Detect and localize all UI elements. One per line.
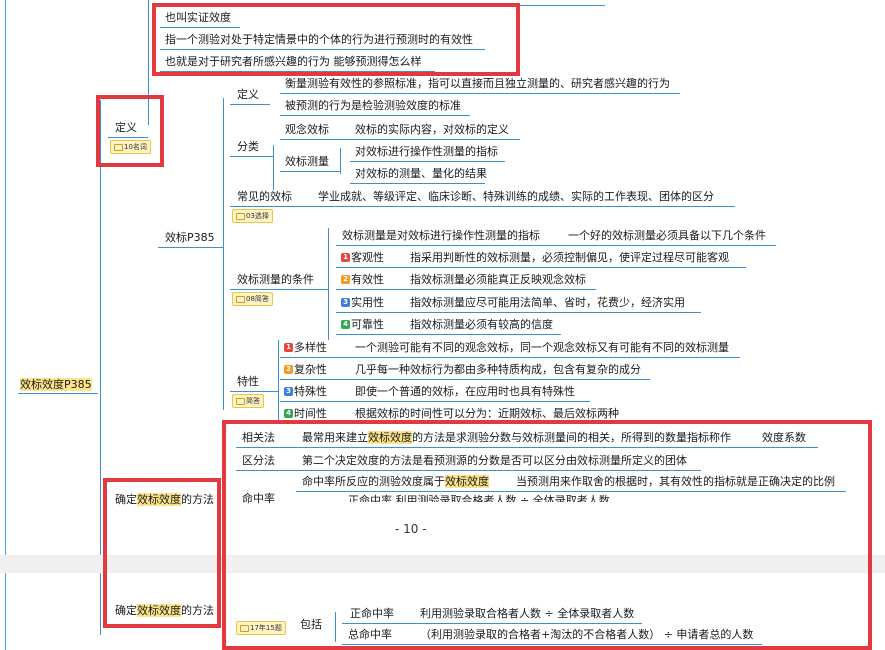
underline [350, 161, 505, 162]
measure-item-2[interactable]: 对效标的测量、量化的结果 [355, 167, 487, 181]
condition-text-1[interactable]: 指采用判断性的效标测量，必须控制偏见，使评定过程尽可能客观 [410, 251, 729, 265]
conditions-node[interactable]: 效标测量的条件 [237, 273, 314, 287]
conditions-head-2[interactable]: 一个好的效标测量必须具备以下几个条件 [568, 229, 766, 243]
features-badge: 简答 [232, 394, 264, 408]
underline [280, 401, 590, 402]
condition-label-4[interactable]: 可靠性 [351, 318, 384, 332]
underline [336, 289, 596, 290]
condition-label-3[interactable]: 实用性 [351, 296, 384, 310]
connector [278, 340, 279, 420]
feature-label-1[interactable]: 多样性 [294, 341, 327, 355]
common-criteria-text[interactable]: 学业成就、等级评定、临床诊断、特殊训练的成绩、实际的工作表现、团体的区分 [318, 190, 714, 204]
underline [230, 289, 328, 290]
underline [230, 206, 735, 207]
connector [223, 98, 224, 410]
feature-text-1[interactable]: 一个测验可能有不同的观念效标，同一个观念效标又有可能有不同的效标测量 [355, 341, 729, 355]
highlight-box-definition [96, 95, 164, 167]
criterion-def-node[interactable]: 定义 [237, 88, 259, 102]
condition-text-4[interactable]: 指效标测量必须有较高的信度 [410, 318, 553, 332]
underline [280, 115, 470, 116]
feature-label-3[interactable]: 特殊性 [294, 385, 327, 399]
highlight-box-method-label [103, 478, 221, 628]
underline [336, 334, 561, 335]
common-criteria-badge: 03选择 [232, 209, 273, 223]
concept-criterion-text[interactable]: 效标的实际内容，对效标的定义 [355, 123, 509, 137]
connector [340, 148, 341, 174]
features-node[interactable]: 特性 [237, 375, 259, 389]
connector [5, 0, 6, 650]
measure-item-1[interactable]: 对效标进行操作性测量的指标 [355, 145, 498, 159]
underline [336, 312, 701, 313]
root-node[interactable]: 效标效度P385 [20, 378, 92, 392]
number-1-icon: 1 [341, 253, 350, 262]
conditions-head[interactable]: 效标测量是对效标进行操作性测量的指标 [342, 229, 540, 243]
underline [280, 379, 650, 380]
number-2-icon: 2 [341, 275, 350, 284]
criterion-node[interactable]: 效标P385 [165, 231, 215, 245]
underline [230, 391, 278, 392]
criterion-def-item-2[interactable]: 被预测的行为是检验测验效度的标准 [285, 99, 461, 113]
underline [280, 93, 680, 94]
root-underline [18, 393, 98, 394]
number-3-icon: 3 [284, 387, 293, 396]
common-criteria-node[interactable]: 常见的效标 [237, 190, 292, 204]
underline [336, 245, 776, 246]
underline [336, 267, 746, 268]
underline [230, 156, 273, 157]
number-3-icon: 3 [341, 298, 350, 307]
feature-text-3[interactable]: 即使一个普通的效标，在应用时也具有特殊性 [355, 385, 575, 399]
underline [230, 104, 270, 105]
number-4-icon: 4 [341, 320, 350, 329]
criterion-measure[interactable]: 效标测量 [285, 155, 329, 169]
connector [273, 145, 274, 190]
highlight-box-intro [152, 3, 520, 76]
feature-text-2[interactable]: 几乎每一种效标行为都由多种特质构成，包含有复杂的成分 [355, 363, 641, 377]
underline [350, 183, 485, 184]
feature-text-4[interactable]: 根据效标的时间性可以分为：近期效标、最后效标两种 [355, 407, 619, 421]
class-node[interactable]: 分类 [237, 140, 259, 154]
condition-text-3[interactable]: 指效标测量应尽可能用法简单、省时，花费少，经济实用 [410, 296, 685, 310]
criterion-def-item-1[interactable]: 衡量测验有效性的参照标准，指可以直接而且独立测量的、研究者感兴趣的行为 [285, 77, 670, 91]
concept-criterion[interactable]: 观念效标 [285, 123, 329, 137]
condition-label-1[interactable]: 客观性 [351, 251, 384, 265]
number-1-icon: 1 [284, 343, 293, 352]
feature-label-4[interactable]: 时间性 [294, 407, 327, 421]
underline [280, 139, 520, 140]
number-4-icon: 4 [284, 409, 293, 418]
underline [280, 357, 740, 358]
conditions-badge: 08简答 [232, 292, 273, 306]
number-2-icon: 2 [284, 365, 293, 374]
highlight-box-method-content [222, 420, 872, 650]
underline [158, 247, 223, 248]
connector [328, 228, 329, 340]
condition-label-2[interactable]: 有效性 [351, 273, 384, 287]
feature-label-2[interactable]: 复杂性 [294, 363, 327, 377]
condition-text-2[interactable]: 指效标测量必须能真正反映观念效标 [410, 273, 586, 287]
underline [280, 171, 340, 172]
